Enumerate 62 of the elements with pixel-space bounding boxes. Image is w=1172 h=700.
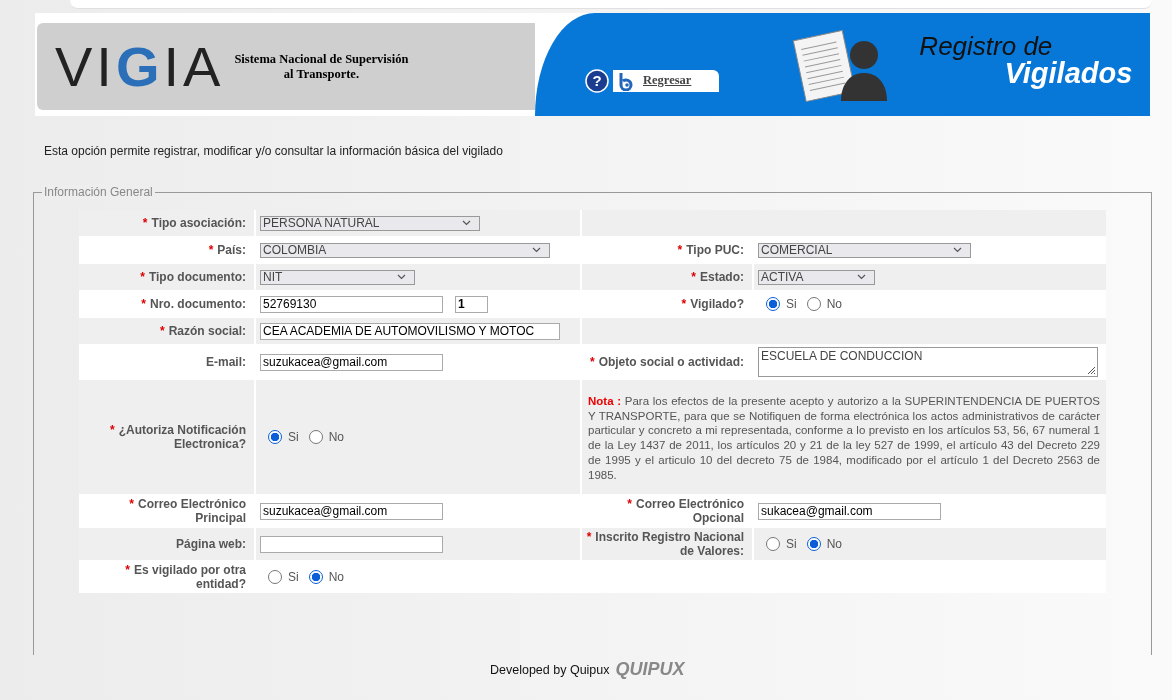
radio-button[interactable] (766, 537, 780, 552)
text-field[interactable]: suzukacea@gmail.com (260, 353, 443, 371)
footer-text: Developed by Quipux (490, 662, 610, 677)
text-field[interactable]: sukacea@gmail.com (758, 502, 941, 520)
field-label: * Nro. documento: (141, 297, 246, 311)
field-label: * Tipo asociación: (142, 216, 246, 230)
dropdown[interactable]: NIT (260, 269, 415, 285)
radio-label: Si (786, 297, 797, 311)
help-icon[interactable]: ? (585, 68, 609, 93)
intro-text: Esta opción permite registrar, modificar y/o consultar la información básica del vigilado (44, 144, 504, 158)
caret-icon (857, 274, 866, 280)
page-title: Vigilados (1004, 59, 1133, 88)
dropdown[interactable]: COMERCIAL (758, 242, 971, 258)
dropdown[interactable]: PERSONA NATURAL (260, 215, 480, 231)
text-area[interactable]: ESCUELA DE CONDUCCION (758, 347, 1098, 377)
field-label: * Correo Electrónico Principal (128, 497, 246, 526)
radio-button[interactable] (268, 570, 282, 585)
system-name: Sistema Nacional de Supervisión (234, 51, 409, 67)
radio-button[interactable] (806, 537, 821, 552)
dropdown[interactable]: COLOMBIA (260, 242, 550, 258)
page-title: Registro de (919, 33, 1053, 59)
radio-button[interactable] (268, 430, 282, 445)
field-label: * Estado: (691, 270, 744, 284)
text-field[interactable] (260, 535, 443, 553)
caret-icon (953, 247, 962, 253)
field-label: * Objeto social o actividad: (589, 355, 744, 369)
caret-icon (462, 220, 471, 226)
radio-label: Si (288, 430, 299, 445)
logo: VIGIA (55, 34, 225, 99)
system-name: al Transporte. (283, 66, 359, 82)
section-legend: Información General (42, 185, 155, 199)
radio-label: No (826, 537, 842, 552)
field-label: * País: (208, 243, 246, 257)
text-field[interactable]: suzukacea@gmail.com (260, 502, 443, 520)
field-label: * Inscrito Registro Nacional de Valores: (586, 530, 744, 559)
check-digit-field[interactable]: 1 (455, 295, 488, 313)
radio-button[interactable] (766, 297, 780, 311)
field-label: * Es vigilado por otra entidad? (124, 563, 246, 592)
resize-grip-icon[interactable] (1086, 365, 1096, 375)
field-label: * ¿Autoriza Notificación Electronica? (109, 423, 246, 452)
field-label: E-mail: (206, 355, 246, 369)
radio-button[interactable] (806, 297, 821, 311)
radio-label: Si (288, 570, 299, 585)
radio-label: No (826, 297, 842, 311)
legal-note: Nota : Para los efectos de la presente acepto y autorizo a la SUPERINTENDENCIA DE PUERTOS Y TRANSPORTE, para que se Notifiquen de forma electrónica los actos administrativos de carácter particular y concreto a mi representada, conforme a lo previsto en los artículos 53, 56, 67 numeral 1 de la Ley 1437 de 2011, los artículos 20 y 21 de la ley 527 de 1999, el artículo 43 del Decreto 229 de 1995 y el articulo 10 del decreto 75 de 1984, modificado por el artículo 1 del Decreto 2563 de 1985. (582, 380, 1106, 495)
field-label: * Razón social: (159, 324, 246, 338)
field-label: * Tipo PUC: (677, 243, 744, 257)
radio-label: No (328, 430, 344, 445)
radio-button[interactable] (308, 430, 323, 445)
text-field[interactable]: CEA ACADEMIA DE AUTOMOVILISMO Y MOTOC (260, 322, 560, 340)
caret-icon (532, 247, 541, 253)
radio-label: No (328, 570, 344, 585)
footer-logo: QUIPUX (615, 659, 685, 680)
text-field[interactable]: 52769130 (260, 295, 443, 313)
field-label: * Correo Electrónico Opcional (626, 497, 744, 526)
dropdown[interactable]: ACTIVA (758, 269, 875, 285)
caret-icon (397, 274, 406, 280)
field-label: Página web: (176, 537, 246, 552)
radio-label: Si (786, 537, 797, 552)
field-label: * Tipo documento: (140, 270, 246, 284)
field-label: * Vigilado? (681, 297, 744, 311)
radio-button[interactable] (308, 570, 323, 585)
